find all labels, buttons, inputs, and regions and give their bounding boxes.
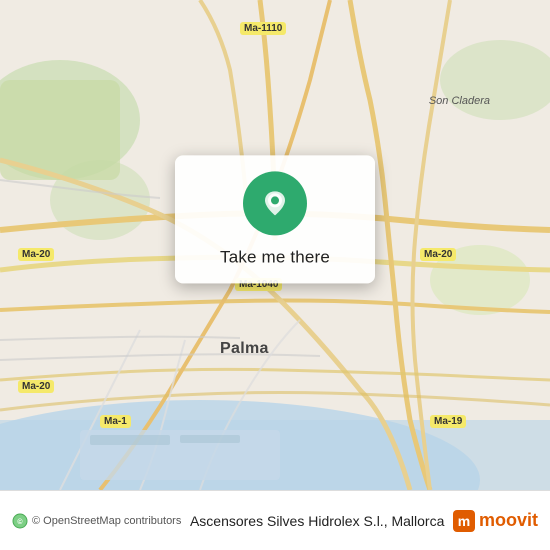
road-label-ma20-right: Ma-20 — [420, 248, 456, 261]
map-area: Ma-1110 Ma-20 Ma-1040 Ma-20 Ma-20 Ma-1 M… — [0, 0, 550, 490]
svg-text:©: © — [17, 518, 23, 526]
son-cladera-label: Son Cladera — [429, 95, 490, 107]
moovit-logo: m moovit — [453, 510, 538, 532]
road-label-ma20-left: Ma-20 — [18, 248, 54, 261]
osm-attribution: © © OpenStreetMap contributors — [12, 513, 181, 529]
pin-circle — [243, 171, 307, 235]
road-label-ma1110: Ma-1110 — [240, 22, 286, 35]
road-label-ma20-bottom-left: Ma-20 — [18, 380, 54, 393]
app-container: Ma-1110 Ma-20 Ma-1040 Ma-20 Ma-20 Ma-1 M… — [0, 0, 550, 550]
location-title: Ascensores Silves Hidrolex S.l., Mallorc… — [181, 513, 453, 529]
location-pin-icon — [259, 187, 291, 219]
osm-icon: © — [12, 513, 28, 529]
road-label-ma19: Ma-19 — [430, 415, 466, 428]
palma-label: Palma — [220, 340, 269, 358]
popup-card: Take me there — [175, 155, 375, 283]
moovit-text: moovit — [479, 510, 538, 531]
take-me-there-button[interactable]: Take me there — [220, 245, 330, 269]
moovit-m-icon: m — [453, 510, 475, 532]
road-label-ma1: Ma-1 — [100, 415, 131, 428]
bottom-bar: © © OpenStreetMap contributors Ascensore… — [0, 490, 550, 550]
attribution-text: © OpenStreetMap contributors — [32, 515, 181, 527]
